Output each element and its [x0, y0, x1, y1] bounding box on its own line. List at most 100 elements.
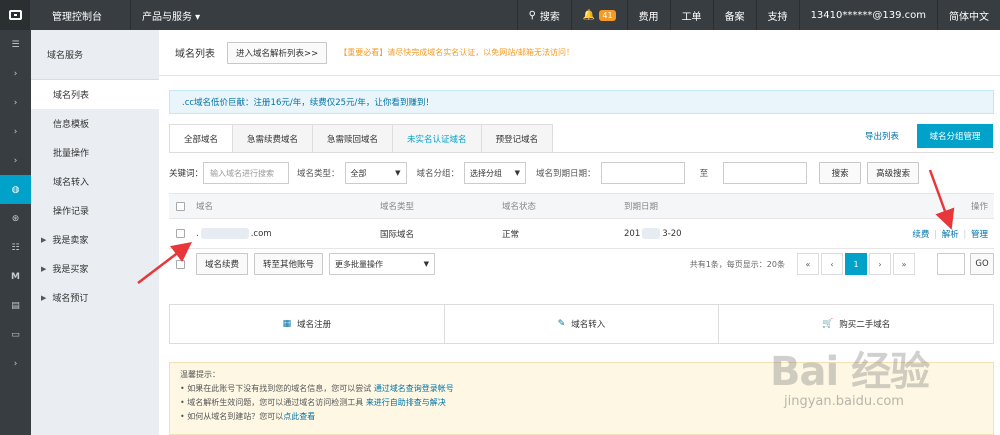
transfer-in-action[interactable]: ✎ 域名转入	[445, 305, 720, 343]
renew-link[interactable]: 续费	[912, 230, 929, 240]
caret-down-icon: ▼	[395, 169, 401, 177]
top-nav-bar: 管理控制台 产品与服务 ▾ ⚲ 搜索 🔔 41 费用 工单 备案 支持 1341…	[0, 0, 1000, 30]
select-all-checkbox[interactable]	[176, 201, 185, 211]
type-label: 域名类型：	[297, 169, 340, 179]
group-select[interactable]: 选择分组 ▼	[464, 162, 527, 184]
domain-name[interactable]: . .com	[196, 228, 380, 239]
tab-redeem[interactable]: 急需赎回域名	[313, 124, 394, 153]
notifications-button[interactable]: 🔔 41	[570, 0, 627, 30]
chevron-right-icon[interactable]: ›	[0, 117, 31, 146]
promo-notice[interactable]: .cc域名低价巨献：注册16元/年，续费仅25元/年，让你看到赚到！	[169, 90, 994, 114]
tab-renew[interactable]: 急需续费域名	[233, 124, 314, 153]
type-select[interactable]: 全部 ▼	[344, 162, 407, 184]
www-icon[interactable]: ⊛	[0, 204, 31, 233]
batch-renew-button[interactable]: 域名续费	[196, 253, 249, 275]
col-expire: 到期日期	[624, 202, 659, 212]
batch-ops-select[interactable]: 更多批量操作 ▼	[329, 253, 436, 275]
to-label: 至	[699, 169, 709, 179]
sidebar-item[interactable]: 操作记录	[31, 196, 159, 225]
tab-divider	[169, 152, 994, 153]
m-icon[interactable]: M	[0, 262, 31, 291]
chevron-right-icon[interactable]: ›	[0, 349, 31, 378]
col-actions: 操作	[970, 202, 988, 212]
account-menu[interactable]: 13410******@139.com	[798, 0, 937, 30]
expire-from-input[interactable]	[600, 162, 685, 184]
chevron-right-icon[interactable]: ›	[0, 88, 31, 117]
console-title[interactable]: 管理控制台	[30, 0, 130, 30]
language-menu[interactable]: 简体中文	[937, 0, 1000, 30]
tip-link[interactable]: 通过域名查询登录帐号	[374, 384, 454, 393]
sidebar-item[interactable]: 域名转入	[31, 167, 159, 196]
resolve-link[interactable]: 解析	[942, 230, 959, 240]
expire-to-input[interactable]	[723, 162, 808, 184]
tip-link[interactable]: 来进行自助排查与解决	[366, 398, 446, 407]
buy-secondhand-action[interactable]: 🛒 购买二手域名	[719, 305, 993, 343]
keyword-input[interactable]: 输入域名进行搜索	[203, 162, 290, 184]
support-link[interactable]: 支持	[755, 0, 799, 30]
expand-arrow-icon: ▶	[41, 264, 47, 273]
filter-bar: 关键词： 输入域名进行搜索 域名类型： 全部 ▼ 域名分组： 选择分组 ▼ 域名…	[169, 161, 920, 185]
search-button[interactable]: 搜索	[819, 162, 862, 184]
server-icon[interactable]: ☷	[0, 233, 31, 262]
type-select-value: 全部	[350, 168, 367, 178]
list-icon[interactable]: ▤	[0, 291, 31, 320]
sidebar-item-label: 域名列表	[53, 91, 90, 101]
page-jump-input[interactable]	[937, 253, 965, 275]
globe-icon[interactable]: ◍	[0, 175, 31, 204]
footer-checkbox[interactable]	[176, 259, 185, 269]
chevron-right-icon[interactable]: ›	[0, 146, 31, 175]
manage-link[interactable]: 管理	[971, 230, 988, 240]
icon-sidebar: ☰ › › › › ◍ ⊛ ☷ M ▤ ▭ ›	[0, 30, 31, 435]
first-page-button[interactable]: «	[797, 253, 819, 275]
export-list-link[interactable]: 导出列表	[865, 130, 899, 142]
prev-page-button[interactable]: ‹	[821, 253, 843, 275]
sidebar-item-label: 信息模板	[53, 120, 90, 130]
group-manage-button[interactable]: 域名分组管理	[917, 124, 993, 148]
table-footer: 域名续费 转至其他账号 更多批量操作 ▼ 共有1条，每页显示：20条 « ‹ 1…	[169, 249, 994, 279]
tab-all[interactable]: 全部域名	[169, 124, 234, 153]
tip-link[interactable]: 点此查看	[283, 412, 315, 421]
buy-secondhand-label: 购买二手域名	[839, 320, 891, 330]
expire-label: 域名到期日期：	[536, 169, 596, 179]
tickets-link[interactable]: 工单	[669, 0, 713, 30]
sidebar-item[interactable]: ▶ 我是买家	[31, 254, 159, 283]
sidebar-item[interactable]: 批量操作	[31, 138, 159, 167]
aliyun-logo-icon[interactable]	[0, 0, 30, 30]
go-button[interactable]: GO	[970, 253, 994, 275]
page-1-button[interactable]: 1	[845, 253, 867, 275]
expire-date: 201 3-20	[624, 228, 682, 239]
sidebar-item[interactable]: ▶ 我是卖家	[31, 225, 159, 254]
search-button[interactable]: ⚲ 搜索	[516, 0, 571, 30]
tab-unverified[interactable]: 未实名认证域名	[393, 124, 482, 153]
sidebar-item[interactable]: ▶ 域名预订	[31, 283, 159, 312]
fees-link[interactable]: 费用	[626, 0, 670, 30]
redacted-blur	[200, 228, 249, 239]
batch-ops-value: 更多批量操作	[335, 259, 384, 269]
chevron-right-icon[interactable]: ›	[0, 59, 31, 88]
sidebar-item-label: 操作记录	[53, 207, 90, 217]
cart-icon: 🛒	[822, 319, 834, 329]
caret-down-icon: ▼	[423, 260, 430, 268]
register-domain-action[interactable]: ▦ 域名注册	[170, 305, 445, 343]
caret-down-icon: ▼	[514, 169, 521, 177]
domain-tabs: 全部域名 急需续费域名 急需赎回域名 未实名认证域名 预登记域名	[169, 124, 554, 153]
beian-link[interactable]: 备案	[712, 0, 756, 30]
realname-warning[interactable]: 【重要必看】请尽快完成域名实名认证，以免网站/邮箱无法访问！	[339, 47, 574, 58]
console-icon[interactable]: ▭	[0, 320, 31, 349]
breadcrumb: 域名列表 进入域名解析列表>> 【重要必看】请尽快完成域名实名认证，以免网站/邮…	[159, 30, 1000, 76]
sidebar-item-label: 域名转入	[53, 178, 90, 188]
next-page-button[interactable]: ›	[869, 253, 891, 275]
calendar-icon: ▦	[282, 319, 292, 329]
products-menu[interactable]: 产品与服务 ▾	[130, 0, 430, 30]
sidebar-item[interactable]: 信息模板	[31, 109, 159, 138]
tab-preregister[interactable]: 预登记域名	[481, 124, 554, 153]
menu-icon[interactable]: ☰	[0, 30, 31, 59]
table-row: . .com 国际域名 正常 201 3-20 续费 | 解析 | 管理	[169, 219, 994, 249]
transfer-account-button[interactable]: 转至其他账号	[254, 253, 324, 275]
advanced-search-button[interactable]: 高级搜索	[867, 162, 920, 184]
search-label: 搜索	[539, 11, 560, 23]
last-page-button[interactable]: »	[893, 253, 915, 275]
row-checkbox[interactable]	[176, 229, 185, 238]
dns-list-button[interactable]: 进入域名解析列表>>	[227, 41, 328, 64]
sidebar-item[interactable]: 域名列表	[31, 80, 159, 109]
